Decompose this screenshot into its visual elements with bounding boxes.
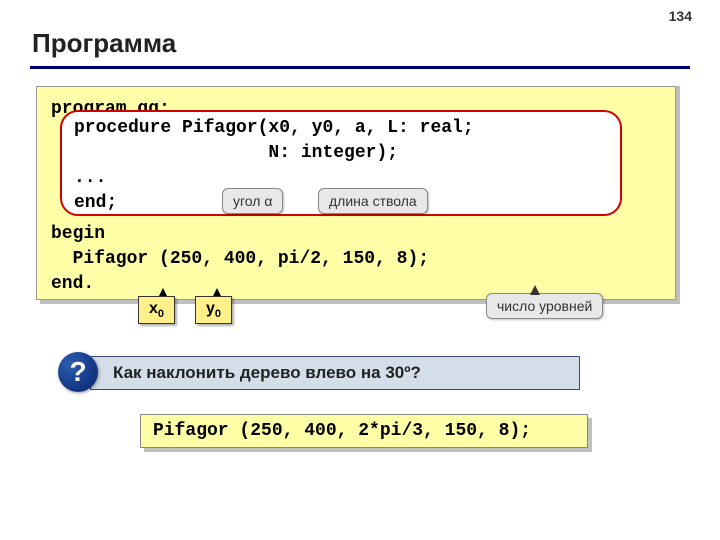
code-line-end: end.: [51, 274, 94, 294]
title-divider: [30, 66, 690, 69]
proc-line-2: N: integer);: [74, 143, 398, 163]
code-line-call: Pifagor (250, 400, pi/2, 150, 8);: [51, 249, 429, 269]
proc-line-4: end;: [74, 193, 117, 213]
callout-pointer-levels: [530, 285, 540, 295]
question-bar: Как наклонить дерево влево на 30º?: [90, 356, 580, 390]
proc-line-3: ...: [74, 168, 106, 188]
tag-x0: x0: [138, 296, 175, 324]
code-line-begin: begin: [51, 224, 105, 244]
label-levels: число уровней: [486, 293, 603, 319]
tag-y0: y0: [195, 296, 232, 324]
page-number: 134: [669, 8, 692, 24]
label-angle: угол α: [222, 188, 283, 214]
proc-line-1: procedure Pifagor(x0, y0, a, L: real;: [74, 118, 474, 138]
question-text: Как наклонить дерево влево на 30º?: [113, 363, 421, 383]
question-mark-icon: ?: [58, 352, 98, 392]
label-length: длина ствола: [318, 188, 428, 214]
page-title: Программа: [32, 28, 176, 59]
answer-code: Pifagor (250, 400, 2*pi/3, 150, 8);: [140, 414, 588, 448]
